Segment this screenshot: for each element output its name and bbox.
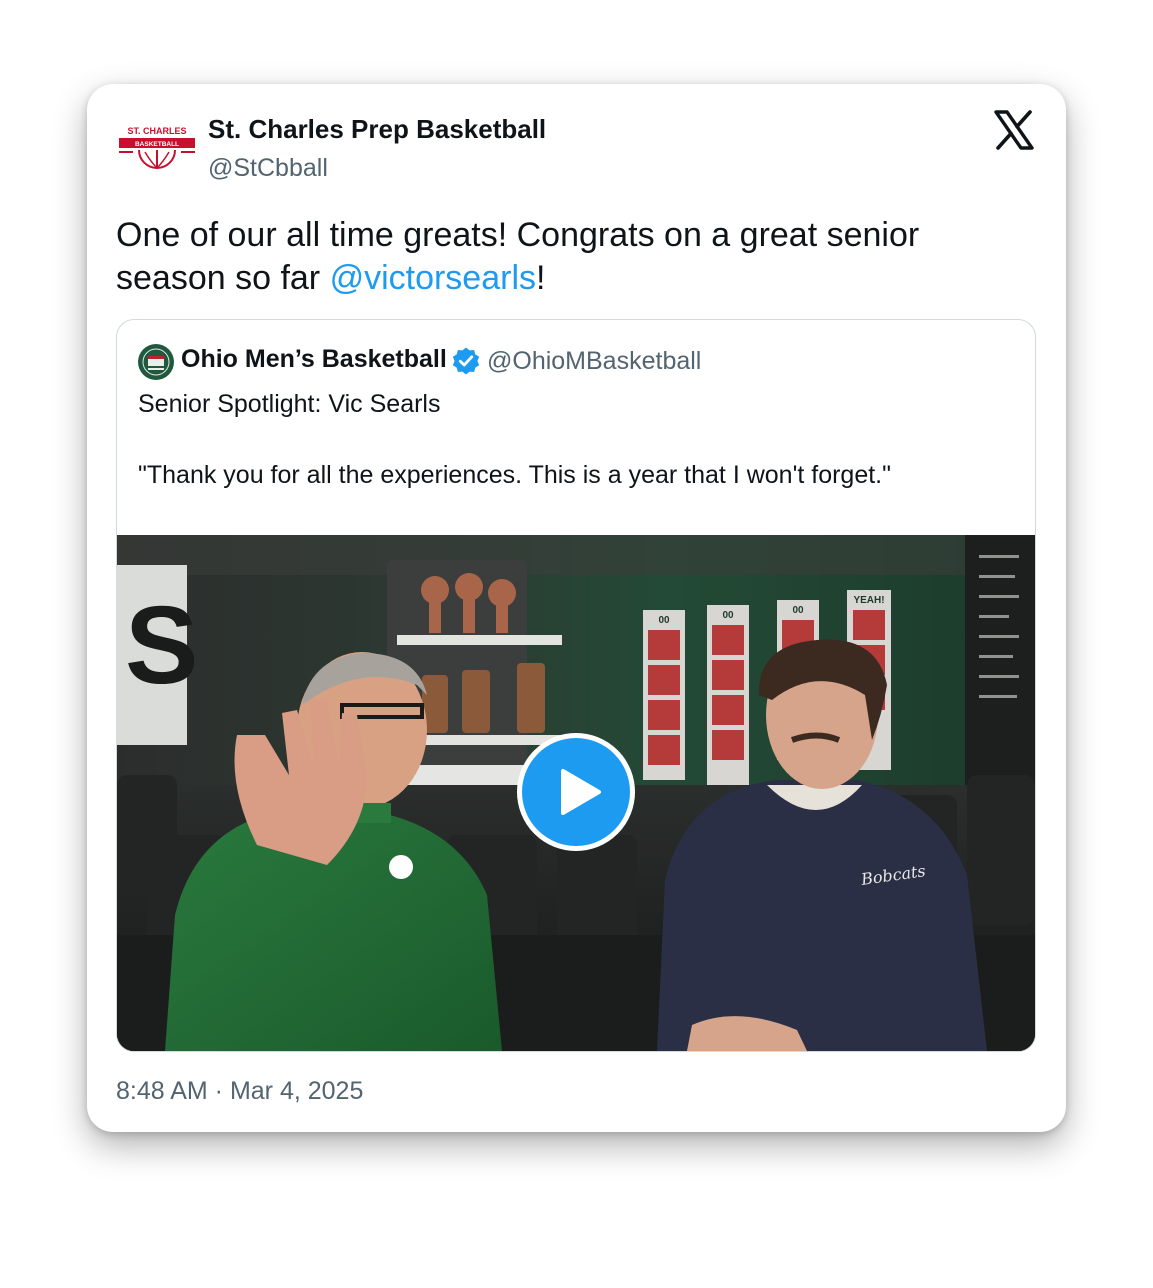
avatar-text-top: ST. CHARLES xyxy=(127,126,186,136)
plaque-label: 00 xyxy=(792,605,804,616)
quoted-text-line2: "Thank you for all the experiences. This… xyxy=(138,461,891,489)
quoted-author-name[interactable]: Ohio Men’s Basketball xyxy=(181,345,447,374)
avatar-text-banner: BASKETBALL xyxy=(135,141,179,148)
plaque-label: YEAH! xyxy=(853,595,884,606)
verified-badge-icon xyxy=(451,346,481,376)
tweet-timestamp[interactable]: 8:48 AM · Mar 4, 2025 xyxy=(116,1077,363,1106)
tweet-text-end: ! xyxy=(536,259,546,297)
quoted-avatar[interactable] xyxy=(138,344,174,380)
author-name[interactable]: St. Charles Prep Basketball xyxy=(208,114,546,145)
quoted-text-line1: Senior Spotlight: Vic Searls xyxy=(138,390,441,418)
tweet-text: One of our all time greats! Congrats on … xyxy=(116,214,1016,300)
author-handle[interactable]: @StCbball xyxy=(208,154,328,183)
plaque-label: 00 xyxy=(722,610,734,621)
video-thumbnail[interactable]: S 00 00 00 YEAH! Bobcats xyxy=(117,535,1035,1051)
wall-letter: S xyxy=(125,584,198,707)
tweet-card: ST. CHARLES BASKETBALL St. Charles Prep … xyxy=(87,84,1066,1132)
x-logo-icon[interactable] xyxy=(992,108,1036,152)
plaque-label: 00 xyxy=(658,615,670,626)
quoted-author-handle[interactable]: @OhioMBasketball xyxy=(487,347,701,376)
author-avatar[interactable]: ST. CHARLES BASKETBALL xyxy=(117,122,197,176)
play-icon xyxy=(561,769,601,815)
play-button[interactable] xyxy=(517,733,635,851)
quoted-tweet[interactable]: Ohio Men’s Basketball @OhioMBasketball S… xyxy=(116,319,1036,1052)
mention-link[interactable]: @victorsearls xyxy=(330,259,536,297)
